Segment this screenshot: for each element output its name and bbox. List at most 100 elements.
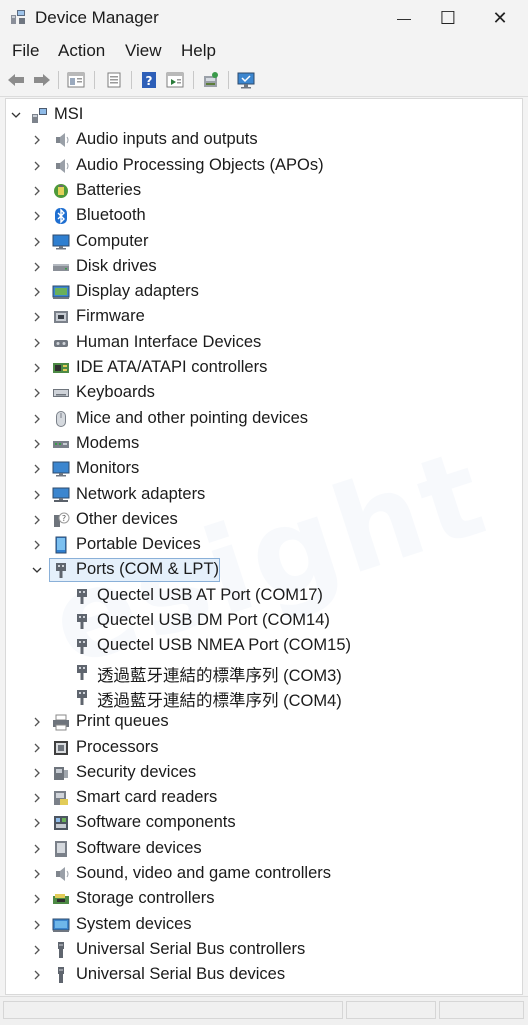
minimize-button[interactable]: —: [380, 0, 428, 36]
tree-category-14[interactable]: Network adapters: [6, 483, 522, 508]
tree-category-13[interactable]: Monitors: [6, 457, 522, 482]
tree-item-label: Mice and other pointing devices: [76, 408, 309, 427]
monitor-button[interactable]: [236, 70, 256, 90]
chevron-right-icon[interactable]: [31, 261, 43, 273]
tree-category-27[interactable]: Universal Serial Bus controllers: [6, 938, 522, 963]
scan-hardware-button[interactable]: [201, 70, 221, 90]
port-icon: [56, 563, 66, 579]
chevron-right-icon[interactable]: [31, 286, 43, 298]
chevron-right-icon[interactable]: [31, 742, 43, 754]
tree-category-10[interactable]: Keyboards: [6, 381, 522, 406]
chevron-right-icon[interactable]: [31, 944, 43, 956]
tree-category-2[interactable]: Batteries: [6, 179, 522, 204]
battery-icon: [54, 183, 68, 198]
chevron-right-icon[interactable]: [31, 134, 43, 146]
tree-category-8[interactable]: Human Interface Devices: [6, 331, 522, 356]
back-icon: [8, 74, 24, 86]
tree-category-21[interactable]: Smart card readers: [6, 786, 522, 811]
back-button[interactable]: [6, 70, 26, 90]
tree-item-label: Portable Devices: [76, 535, 201, 554]
chevron-down-icon[interactable]: [31, 564, 43, 576]
help-icon: ?: [142, 72, 156, 88]
chevron-right-icon[interactable]: [31, 387, 43, 399]
computer-icon: [52, 234, 70, 249]
chevron-right-icon[interactable]: [31, 893, 43, 905]
chevron-right-icon[interactable]: [31, 210, 43, 222]
software-device-icon: [55, 840, 67, 857]
tree-category-22[interactable]: Software components: [6, 811, 522, 836]
tree-category-0[interactable]: Audio inputs and outputs: [6, 128, 522, 153]
properties-button[interactable]: [66, 70, 86, 90]
chevron-right-icon[interactable]: [31, 413, 43, 425]
chevron-right-icon[interactable]: [31, 438, 43, 450]
tree-category-19[interactable]: Processors: [6, 736, 522, 761]
tree-category-26[interactable]: System devices: [6, 913, 522, 938]
network-icon: [52, 487, 70, 502]
chevron-right-icon[interactable]: [31, 817, 43, 829]
chevron-right-icon[interactable]: [31, 311, 43, 323]
chevron-right-icon[interactable]: [31, 843, 43, 855]
chevron-right-icon[interactable]: [31, 185, 43, 197]
chevron-right-icon[interactable]: [31, 362, 43, 374]
tree-item-label: Quectel USB DM Port (COM14): [97, 611, 330, 629]
tree-category-28[interactable]: Universal Serial Bus devices: [6, 963, 522, 988]
menu-view[interactable]: View: [125, 41, 162, 61]
tree-category-4[interactable]: Computer: [6, 230, 522, 255]
tree-category-6[interactable]: Display adapters: [6, 280, 522, 305]
port-icon: [77, 614, 87, 629]
tree-category-23[interactable]: Software devices: [6, 837, 522, 862]
tree-category-5[interactable]: Disk drives: [6, 255, 522, 280]
tree-item-label: Modems: [76, 433, 140, 452]
tree-device-17-1[interactable]: Quectel USB DM Port (COM14): [6, 609, 522, 634]
view-button[interactable]: [165, 70, 185, 90]
menu-action[interactable]: Action: [58, 41, 105, 61]
tree-device-17-2[interactable]: Quectel USB NMEA Port (COM15): [6, 634, 522, 659]
tree-category-16[interactable]: Portable Devices: [6, 533, 522, 558]
tree-category-15[interactable]: ? Other devices: [6, 508, 522, 533]
device-tree[interactable]: esight MSI Audio inputs and outputs Audio …: [5, 98, 523, 995]
tree-device-17-3[interactable]: 透過藍牙連結的標準序列 (COM3): [6, 660, 522, 685]
chevron-right-icon[interactable]: [31, 463, 43, 475]
tree-item-label: 透過藍牙連結的標準序列 (COM3): [97, 666, 342, 685]
port-icon: [77, 588, 87, 604]
close-button[interactable]: ✕: [476, 0, 524, 36]
chevron-right-icon[interactable]: [31, 514, 43, 526]
chevron-right-icon[interactable]: [31, 792, 43, 804]
tree-device-17-4[interactable]: 透過藍牙連結的標準序列 (COM4): [6, 685, 522, 710]
driver-button[interactable]: [104, 70, 124, 90]
help-button[interactable]: ?: [139, 70, 159, 90]
status-cell-3: [439, 1001, 524, 1019]
forward-button[interactable]: [32, 70, 52, 90]
tree-item-label: 透過藍牙連結的標準序列 (COM4): [97, 691, 342, 710]
speaker-icon: [56, 133, 69, 148]
chevron-right-icon[interactable]: [31, 767, 43, 779]
tree-category-20[interactable]: Security devices: [6, 761, 522, 786]
menu-help[interactable]: Help: [181, 41, 216, 61]
chevron-right-icon[interactable]: [31, 919, 43, 931]
chevron-right-icon[interactable]: [31, 160, 43, 172]
chevron-right-icon[interactable]: [31, 337, 43, 349]
tree-category-1[interactable]: Audio Processing Objects (APOs): [6, 154, 522, 179]
tree-category-24[interactable]: Sound, video and game controllers: [6, 862, 522, 887]
tree-category-12[interactable]: Modems: [6, 432, 522, 457]
tree-category-18[interactable]: Print queues: [6, 710, 522, 735]
tree-device-17-0[interactable]: Quectel USB AT Port (COM17): [6, 584, 522, 609]
menu-file[interactable]: File: [12, 41, 39, 61]
chevron-right-icon[interactable]: [31, 868, 43, 880]
maximize-button[interactable]: ☐: [424, 0, 472, 36]
port-icon: [77, 639, 87, 655]
tree-root-msi[interactable]: MSI: [6, 103, 522, 128]
tree-category-25[interactable]: Storage controllers: [6, 887, 522, 912]
tree-category-17[interactable]: Ports (COM & LPT): [6, 558, 522, 583]
chevron-right-icon[interactable]: [31, 716, 43, 728]
chevron-down-icon[interactable]: [10, 109, 22, 121]
tree-category-9[interactable]: IDE ATA/ATAPI controllers: [6, 356, 522, 381]
chevron-right-icon[interactable]: [31, 236, 43, 248]
speaker-icon: [56, 158, 69, 173]
chevron-right-icon[interactable]: [31, 489, 43, 501]
tree-category-3[interactable]: Bluetooth: [6, 204, 522, 229]
chevron-right-icon[interactable]: [31, 969, 43, 981]
tree-category-11[interactable]: Mice and other pointing devices: [6, 407, 522, 432]
tree-category-7[interactable]: Firmware: [6, 305, 522, 330]
chevron-right-icon[interactable]: [31, 539, 43, 551]
